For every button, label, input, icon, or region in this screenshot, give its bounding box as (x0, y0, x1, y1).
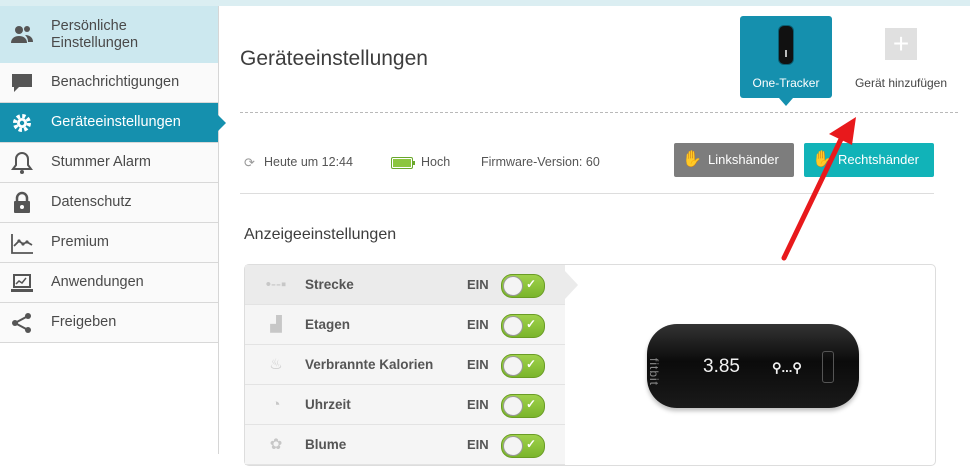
setting-toggle[interactable]: ✓ (501, 274, 545, 298)
sidebar-item-applications[interactable]: Anwendungen (0, 263, 218, 303)
sidebar-item-label: Stummer Alarm (51, 154, 151, 170)
firmware-version-text: Firmware-Version: 60 (481, 155, 600, 169)
check-icon: ✓ (526, 277, 537, 291)
users-icon (11, 26, 33, 43)
sidebar-item-label: Datenschutz (51, 194, 132, 210)
location-pin-icon: ⚲...⚲ (772, 360, 802, 375)
check-icon: ✓ (526, 357, 537, 371)
clock-icon: ◔ (271, 396, 281, 413)
device-brand-text: fitbit (647, 358, 661, 387)
battery-status-text: Hoch (421, 155, 451, 169)
setting-label: Verbrannte Kalorien (305, 357, 434, 372)
speech-bubble-icon (12, 74, 32, 92)
setting-label: Etagen (305, 317, 351, 332)
flame-icon: ♨ (269, 356, 283, 373)
setting-toggle[interactable]: ✓ (501, 354, 545, 378)
distance-icon: •--▪ (265, 276, 287, 293)
setting-label: Uhrzeit (305, 397, 351, 412)
page-title: Geräteeinstellungen (240, 47, 428, 70)
left-handed-label: Linkshänder (708, 152, 779, 167)
sync-icon: ⟳ (244, 155, 255, 170)
tracker-device-icon (779, 26, 793, 64)
sidebar-item-label: Premium (51, 234, 110, 250)
lock-icon (14, 191, 30, 213)
setting-state: EIN (467, 357, 489, 372)
check-icon: ✓ (526, 397, 537, 411)
tracker-preview-image: fitbit 3.85 ⚲...⚲ (647, 324, 859, 408)
setting-row-blume[interactable]: ✿ Blume EIN ✓ (245, 425, 565, 465)
add-device-label: Gerät hinzufügen (854, 76, 948, 90)
left-hand-icon: ✋ (682, 151, 702, 168)
share-icon (12, 313, 31, 333)
sidebar-item-label: Anwendungen (51, 274, 144, 290)
setting-row-etagen[interactable]: ▟ Etagen EIN ✓ (245, 305, 565, 345)
right-handed-label: Rechtshänder (838, 152, 919, 167)
device-display-value: 3.85 (703, 356, 740, 377)
sidebar-item-privacy[interactable]: Datenschutz (0, 183, 218, 223)
setting-state: EIN (467, 397, 489, 412)
check-icon: ✓ (526, 437, 537, 451)
header-divider (240, 112, 958, 113)
setting-row-kalorien[interactable]: ♨ Verbrannte Kalorien EIN ✓ (245, 345, 565, 385)
last-sync-text: Heute um 12:44 (264, 155, 353, 169)
setting-toggle[interactable]: ✓ (501, 394, 545, 418)
device-card-label: One-Tracker (752, 76, 820, 90)
sidebar-item-personal-settings[interactable]: Persönliche Einstellungen (0, 6, 218, 64)
laptop-icon (11, 274, 33, 292)
flower-icon: ✿ (269, 436, 283, 453)
toggle-knob (503, 396, 523, 416)
right-handed-button[interactable]: ✋ Rechtshänder (804, 143, 934, 177)
chart-line-icon (11, 234, 33, 254)
setting-state: EIN (467, 437, 489, 452)
device-card-one-tracker[interactable]: One-Tracker (740, 16, 832, 106)
sidebar: Persönliche Einstellungen Benachrichtigu… (0, 6, 226, 454)
setting-toggle[interactable]: ✓ (501, 434, 545, 458)
setting-state: EIN (467, 317, 489, 332)
toggle-knob (503, 436, 523, 456)
right-hand-icon: ✋ (812, 151, 832, 168)
add-device-button[interactable]: + Gerät hinzufügen (848, 16, 954, 98)
bell-icon (11, 151, 33, 174)
sidebar-item-label: Persönliche Einstellungen (51, 18, 139, 51)
sidebar-item-premium[interactable]: Premium (0, 223, 218, 263)
toggle-knob (503, 356, 523, 376)
toggle-knob (503, 316, 523, 336)
setting-state: EIN (467, 277, 489, 292)
sidebar-item-device-settings[interactable]: Geräteeinstellungen (0, 103, 226, 143)
setting-label: Blume (305, 437, 347, 452)
setting-label: Strecke (305, 277, 354, 292)
setting-toggle[interactable]: ✓ (501, 314, 545, 338)
setting-row-strecke[interactable]: •--▪ Strecke EIN ✓ (245, 265, 578, 305)
sidebar-item-label: Benachrichtigungen (51, 74, 180, 90)
sidebar-item-share[interactable]: Freigeben (0, 303, 218, 343)
section-title: Anzeigeeinstellungen (244, 226, 397, 243)
plus-icon: + (885, 28, 917, 60)
sidebar-item-silent-alarm[interactable]: Stummer Alarm (0, 143, 218, 183)
device-button (822, 351, 834, 383)
battery-fill (393, 159, 411, 167)
gear-icon (13, 114, 31, 132)
stairs-icon: ▟ (270, 316, 282, 333)
battery-icon (391, 157, 415, 169)
check-icon: ✓ (526, 317, 537, 331)
toggle-knob (503, 276, 523, 296)
setting-row-uhrzeit[interactable]: ◔ Uhrzeit EIN ✓ (245, 385, 565, 425)
status-divider (240, 193, 934, 194)
sidebar-item-label: Geräteeinstellungen (51, 114, 181, 130)
left-handed-button[interactable]: ✋ Linkshänder (674, 143, 794, 177)
sidebar-item-label: Freigeben (51, 314, 117, 330)
sidebar-item-notifications[interactable]: Benachrichtigungen (0, 63, 218, 103)
